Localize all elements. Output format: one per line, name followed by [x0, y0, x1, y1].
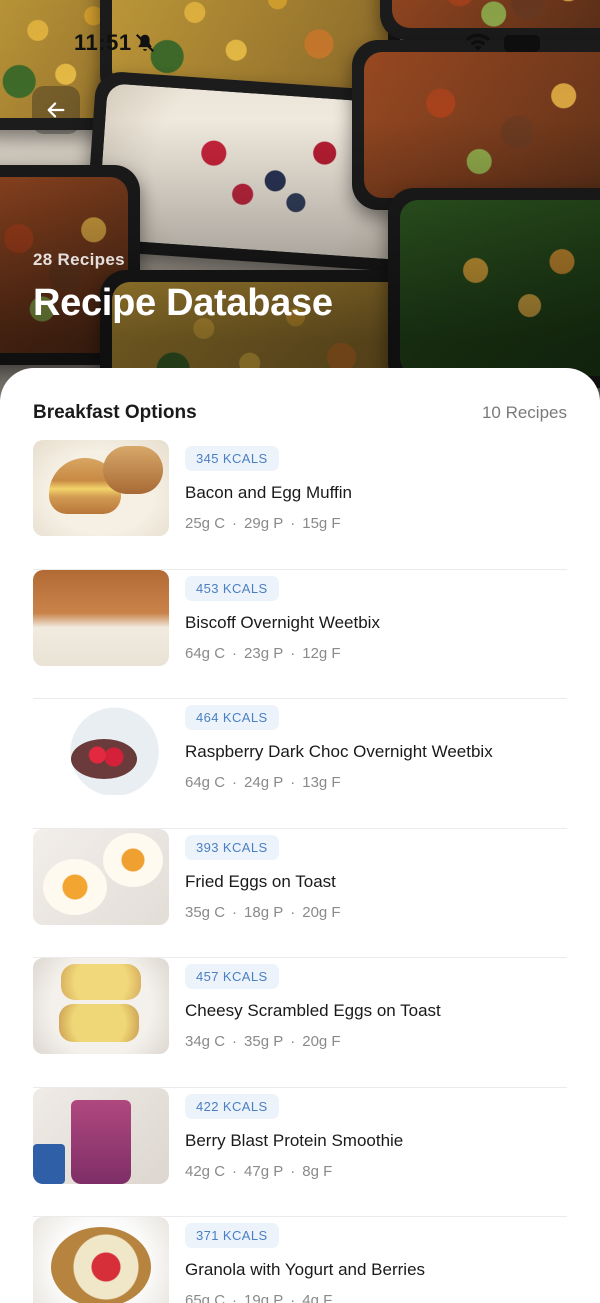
recipe-row[interactable]: 393 KCALS Fried Eggs on Toast 35g C · 18g…: [33, 828, 567, 958]
status-time: 11:51: [74, 30, 132, 55]
recipe-list: 345 KCALS Bacon and Egg Muffin 25g C · 29…: [33, 440, 567, 1303]
macros: 35g C · 18g P · 20g F: [185, 904, 567, 921]
macros: 42g C · 47g P · 8g F: [185, 1163, 567, 1180]
recipe-thumbnail: [33, 699, 169, 795]
macros: 25g C · 29g P · 15g F: [185, 515, 567, 532]
recipe-row[interactable]: 345 KCALS Bacon and Egg Muffin 25g C · 29…: [33, 440, 567, 570]
separator-dot: ·: [290, 644, 296, 662]
recipe-name: Biscoff Overnight Weetbix: [185, 612, 380, 632]
separator-dot: ·: [232, 774, 238, 791]
hero-banner: 11:51 28 Recipes Recipe Database: [0, 0, 600, 400]
macros: 65g C · 19g P · 4g F: [185, 1292, 567, 1303]
fat: 20g F: [302, 903, 341, 921]
macros: 64g C · 24g P · 13g F: [185, 774, 567, 791]
section-count: 10 Recipes: [481, 403, 567, 422]
separator-dot: ·: [290, 1162, 296, 1180]
separator-dot: ·: [290, 1033, 296, 1050]
recipe-name: Berry Blast Protein Smoothie: [185, 1130, 404, 1150]
separator-dot: ·: [290, 903, 296, 921]
separator-dot: ·: [232, 1292, 238, 1303]
battery-icon: [504, 35, 540, 52]
recipe-thumbnail: [33, 958, 169, 1054]
recipe-thumbnail: [33, 440, 169, 536]
recipe-name: Cheesy Scrambled Eggs on Toast: [185, 1001, 441, 1020]
carbs: 64g C: [185, 774, 226, 791]
bell-muted-icon: [135, 33, 155, 53]
separator-dot: ·: [290, 774, 296, 791]
kcal-badge: 371 KCALS: [185, 1223, 279, 1248]
section-title: Breakfast Options: [33, 402, 197, 423]
recipe-name: Bacon and Egg Muffin: [185, 483, 352, 502]
fat: 20g F: [302, 1033, 341, 1050]
recipe-thumbnail: [33, 828, 169, 925]
separator-dot: ·: [232, 515, 238, 532]
protein: 35g P: [244, 1033, 284, 1050]
separator-dot: ·: [290, 515, 296, 532]
separator-dot: ·: [232, 1033, 238, 1050]
recipe-thumbnail: [33, 1087, 169, 1184]
fat: 8g F: [302, 1162, 333, 1180]
protein: 23g P: [244, 644, 284, 662]
fat: 13g F: [302, 774, 341, 791]
recipe-name: Fried Eggs on Toast: [185, 871, 336, 891]
kcal-badge: 457 KCALS: [185, 964, 279, 989]
hero-overlay: [0, 0, 600, 400]
hero-recipe-count: 28 Recipes: [33, 250, 125, 269]
back-button[interactable]: [32, 86, 80, 134]
page-title: Recipe Database: [33, 282, 333, 324]
separator-dot: ·: [232, 1162, 238, 1180]
carbs: 25g C: [185, 515, 226, 532]
recipe-row[interactable]: 464 KCALS Raspberry Dark Choc Overnight …: [33, 699, 567, 829]
macros: 64g C · 23g P · 12g F: [185, 645, 567, 662]
separator-dot: ·: [232, 644, 238, 662]
fat: 15g F: [302, 515, 341, 532]
fat: 12g F: [302, 644, 341, 662]
separator-dot: ·: [290, 1292, 296, 1303]
protein: 47g P: [244, 1162, 284, 1180]
recipe-name: Raspberry Dark Choc Overnight Weetbix: [185, 742, 493, 761]
kcal-badge: 453 KCALS: [185, 575, 279, 601]
carbs: 64g C: [185, 644, 226, 662]
kcal-badge: 393 KCALS: [185, 834, 279, 860]
wifi-icon: [466, 33, 490, 51]
macros: 34g C · 35g P · 20g F: [185, 1033, 567, 1050]
protein: 24g P: [244, 774, 284, 791]
protein: 29g P: [244, 515, 284, 532]
recipe-row[interactable]: 457 KCALS Cheesy Scrambled Eggs on Toast…: [33, 958, 567, 1088]
separator-dot: ·: [232, 903, 238, 921]
recipe-row[interactable]: 371 KCALS Granola with Yogurt and Berrie…: [33, 1217, 567, 1303]
arrow-left-icon: [47, 102, 65, 118]
recipe-sheet: Breakfast Options 10 Recipes 345 KCALS B…: [0, 368, 600, 1303]
recipe-thumbnail: [33, 569, 169, 666]
section-header: Breakfast Options 10 Recipes: [33, 401, 567, 425]
carbs: 42g C: [185, 1162, 226, 1180]
protein: 19g P: [244, 1292, 284, 1303]
recipe-row[interactable]: 453 KCALS Biscoff Overnight Weetbix 64g …: [33, 569, 567, 699]
recipe-row[interactable]: 422 KCALS Berry Blast Protein Smoothie 4…: [33, 1087, 567, 1217]
recipe-name: Granola with Yogurt and Berries: [185, 1260, 426, 1279]
kcal-badge: 464 KCALS: [185, 705, 279, 730]
kcal-badge: 422 KCALS: [185, 1093, 279, 1119]
fat: 4g F: [302, 1292, 333, 1303]
carbs: 65g C: [185, 1292, 226, 1303]
recipe-thumbnail: [33, 1217, 169, 1303]
kcal-badge: 345 KCALS: [185, 446, 279, 471]
carbs: 34g C: [185, 1033, 226, 1050]
protein: 18g P: [244, 903, 284, 921]
carbs: 35g C: [185, 903, 226, 921]
